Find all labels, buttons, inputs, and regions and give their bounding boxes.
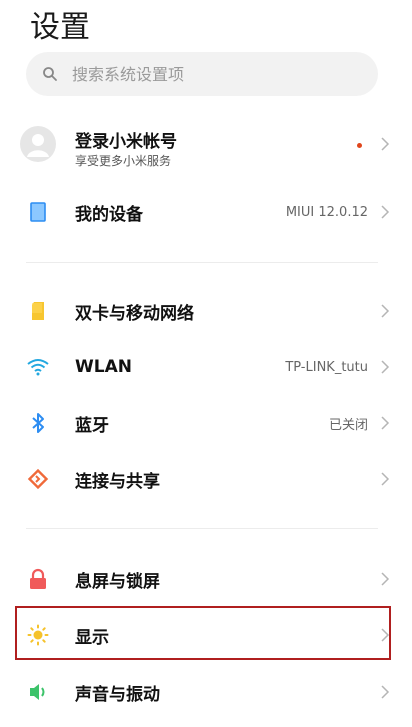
settings-item-dual-sim[interactable]: 双卡与移动网络	[0, 283, 412, 339]
settings-item-bluetooth[interactable]: 蓝牙 已关闭	[0, 395, 412, 451]
chevron-right-icon	[378, 572, 392, 586]
wifi-icon	[26, 355, 50, 379]
chevron-right-icon	[378, 205, 392, 219]
search-input[interactable]	[70, 63, 354, 85]
chevron-right-icon	[378, 472, 392, 486]
account-title: 登录小米帐号	[75, 132, 177, 152]
settings-item-value: TP-LINK_tutu	[285, 359, 368, 375]
avatar	[20, 126, 56, 162]
settings-item-label: 息屏与锁屏	[75, 571, 160, 592]
settings-item-label: 连接与共享	[75, 471, 160, 492]
chevron-right-icon	[378, 685, 392, 699]
page-title: 设置	[30, 10, 90, 45]
account-subtitle: 享受更多小米服务	[75, 154, 172, 168]
section-divider	[26, 262, 378, 263]
highlight-box	[15, 606, 391, 660]
speaker-icon	[26, 680, 50, 704]
settings-item-my-device[interactable]: 我的设备 MIUI 12.0.12	[0, 184, 412, 240]
search-icon	[40, 64, 60, 84]
chevron-right-icon	[378, 304, 392, 318]
account-row[interactable]: 登录小米帐号 享受更多小米服务	[0, 115, 412, 179]
notification-dot	[357, 143, 362, 148]
settings-item-label: WLAN	[75, 357, 132, 377]
settings-item-value: 已关闭	[328, 417, 368, 433]
settings-item-lock-screen[interactable]: 息屏与锁屏	[0, 551, 412, 607]
sim-card-icon	[26, 299, 50, 323]
settings-item-wlan[interactable]: WLAN TP-LINK_tutu	[0, 339, 412, 395]
settings-item-label: 蓝牙	[75, 415, 109, 436]
section-divider	[26, 528, 378, 529]
chevron-right-icon	[378, 137, 392, 151]
settings-item-connect-share[interactable]: 连接与共享	[0, 451, 412, 507]
chevron-right-icon	[378, 416, 392, 430]
bluetooth-icon	[26, 411, 50, 435]
settings-item-label: 双卡与移动网络	[75, 303, 194, 324]
search-bar[interactable]	[26, 52, 378, 96]
settings-item-label: 声音与振动	[75, 684, 160, 705]
device-icon	[26, 200, 50, 224]
settings-item-label: 我的设备	[75, 204, 143, 225]
lock-icon	[26, 567, 50, 591]
settings-item-value: MIUI 12.0.12	[285, 204, 368, 220]
chevron-right-icon	[378, 360, 392, 374]
share-icon	[26, 467, 50, 491]
settings-item-sound[interactable]: 声音与振动	[0, 664, 412, 720]
